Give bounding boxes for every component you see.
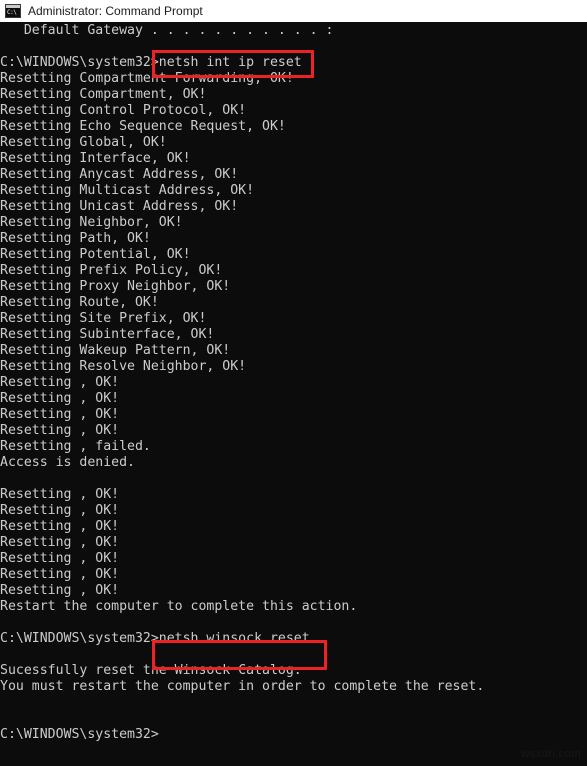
- console-line: Resetting Unicast Address, OK!: [0, 199, 239, 214]
- console-line: Resetting Site Prefix, OK!: [0, 311, 207, 326]
- console-line: Access is denied.: [0, 455, 135, 470]
- console-line: Resetting , OK!: [0, 487, 120, 502]
- console-text: Default Gateway . . . . . . . . . . . : …: [0, 23, 587, 743]
- console-line: Resetting Proxy Neighbor, OK!: [0, 279, 231, 294]
- console-line: Resetting , OK!: [0, 407, 120, 422]
- console-line: C:\WINDOWS\system32>netsh int ip reset: [0, 55, 302, 70]
- console-line: Restart the computer to complete this ac…: [0, 599, 358, 614]
- console-line: Default Gateway . . . . . . . . . . . :: [0, 23, 334, 38]
- window-titlebar[interactable]: C:\ Administrator: Command Prompt: [0, 0, 587, 22]
- console-line: Resetting Compartment Forwarding, OK!: [0, 71, 294, 86]
- console-line: Resetting Interface, OK!: [0, 151, 191, 166]
- console-line: Sucessfully reset the Winsock Catalog.: [0, 663, 302, 678]
- console-line: Resetting Wakeup Pattern, OK!: [0, 343, 231, 358]
- console-line: Resetting , OK!: [0, 519, 120, 534]
- console-line: Resetting Multicast Address, OK!: [0, 183, 255, 198]
- console-line: Resetting , OK!: [0, 535, 120, 550]
- console-line: Resetting Compartment, OK!: [0, 87, 207, 102]
- console-output-area[interactable]: Default Gateway . . . . . . . . . . . : …: [0, 22, 587, 766]
- console-line: Resetting Anycast Address, OK!: [0, 167, 239, 182]
- console-line: Resetting , OK!: [0, 567, 120, 582]
- console-line: You must restart the computer in order t…: [0, 679, 485, 694]
- console-line: Resetting Subinterface, OK!: [0, 327, 215, 342]
- console-line: Resetting Global, OK!: [0, 135, 167, 150]
- console-line: Resetting , OK!: [0, 503, 120, 518]
- console-line: Resetting Potential, OK!: [0, 247, 191, 262]
- console-line: Resetting Prefix Policy, OK!: [0, 263, 223, 278]
- command-prompt-window: C:\ Administrator: Command Prompt Defaul…: [0, 0, 587, 766]
- console-line: Resetting Path, OK!: [0, 231, 151, 246]
- watermark: wsxdn.com: [521, 748, 581, 760]
- console-line: Resetting , OK!: [0, 551, 120, 566]
- console-line: Resetting , OK!: [0, 423, 120, 438]
- console-line: Resetting , failed.: [0, 439, 151, 454]
- console-line: C:\WINDOWS\system32>netsh winsock reset: [0, 631, 310, 646]
- icon-prompt-glyph: C:\: [7, 9, 17, 16]
- console-line: Resetting , OK!: [0, 391, 120, 406]
- console-line: Resetting Control Protocol, OK!: [0, 103, 247, 118]
- window-title: Administrator: Command Prompt: [28, 4, 203, 18]
- console-line: Resetting Route, OK!: [0, 295, 159, 310]
- console-line: Resetting , OK!: [0, 583, 120, 598]
- command-prompt-icon: C:\: [5, 4, 21, 18]
- console-line: Resetting , OK!: [0, 375, 120, 390]
- icon-titlebar-stripe: [6, 5, 20, 8]
- console-line: Resetting Echo Sequence Request, OK!: [0, 119, 286, 134]
- console-line: C:\WINDOWS\system32>: [0, 727, 159, 742]
- console-line: Resetting Resolve Neighbor, OK!: [0, 359, 247, 374]
- console-line: Resetting Neighbor, OK!: [0, 215, 183, 230]
